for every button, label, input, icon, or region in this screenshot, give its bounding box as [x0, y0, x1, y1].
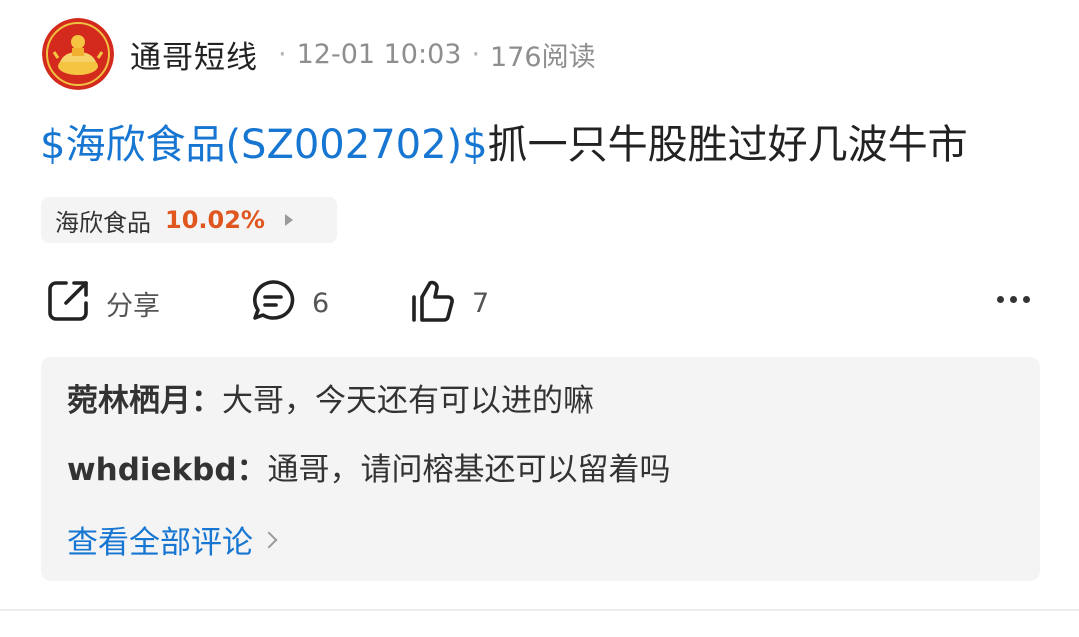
- more-dot: [1010, 296, 1017, 303]
- author-name[interactable]: 通哥短线: [130, 32, 258, 77]
- play-arrow-icon: [284, 214, 293, 226]
- comment-icon: [248, 276, 298, 330]
- divider: [0, 609, 1079, 611]
- like-button[interactable]: 7: [408, 278, 489, 328]
- comment-text: 大哥，今天还有可以进的嘛: [222, 383, 594, 419]
- meta-separator: ·: [471, 38, 481, 70]
- comment-item[interactable]: whdiekbd：通哥，请问榕基还可以留着吗: [67, 450, 671, 490]
- stock-change: 10.02%: [165, 206, 265, 234]
- share-icon: [44, 277, 92, 329]
- comment-item[interactable]: 菀林栖月：大哥，今天还有可以进的嘛: [67, 381, 594, 421]
- post-title: $海欣食品(SZ002702)$抓一只牛股胜过好几波牛市: [40, 118, 968, 172]
- action-bar: 分享 6 7: [44, 278, 1044, 328]
- comment-text: 通哥，请问榕基还可以留着吗: [267, 452, 671, 488]
- share-label: 分享: [106, 290, 160, 322]
- stock-quote-chip[interactable]: 海欣食品 10.02%: [41, 197, 337, 243]
- author-avatar[interactable]: [42, 18, 114, 90]
- more-dot: [997, 296, 1004, 303]
- post-title-text: 抓一只牛股胜过好几波牛市: [487, 122, 968, 168]
- view-all-comments-link[interactable]: 查看全部评论: [67, 517, 278, 562]
- stock-name: 海欣食品: [55, 208, 151, 237]
- comment-count: 6: [312, 287, 330, 319]
- post-meta: · 12-01 10:03 · 176阅读: [268, 35, 596, 74]
- view-all-label: 查看全部评论: [67, 525, 253, 561]
- comment-user[interactable]: whdiekbd：: [67, 452, 268, 488]
- post-time: 12-01 10:03: [296, 38, 462, 70]
- view-count: 176阅读: [490, 41, 596, 73]
- meta-separator: ·: [278, 38, 287, 70]
- like-icon: [408, 276, 458, 330]
- like-count: 7: [472, 287, 490, 319]
- chevron-right-icon: [260, 531, 278, 548]
- comment-user[interactable]: 菀林栖月：: [67, 383, 222, 419]
- comments-panel: 菀林栖月：大哥，今天还有可以进的嘛 whdiekbd：通哥，请问榕基还可以留着吗…: [41, 357, 1040, 581]
- comment-button[interactable]: 6: [248, 278, 329, 328]
- more-dot: [1023, 296, 1030, 303]
- more-options-button[interactable]: [987, 292, 1034, 307]
- share-button[interactable]: 分享: [44, 278, 160, 328]
- stock-link[interactable]: $海欣食品(SZ002702)$: [40, 122, 488, 168]
- post-header: 通哥短线 · 12-01 10:03 · 176阅读: [42, 18, 1042, 90]
